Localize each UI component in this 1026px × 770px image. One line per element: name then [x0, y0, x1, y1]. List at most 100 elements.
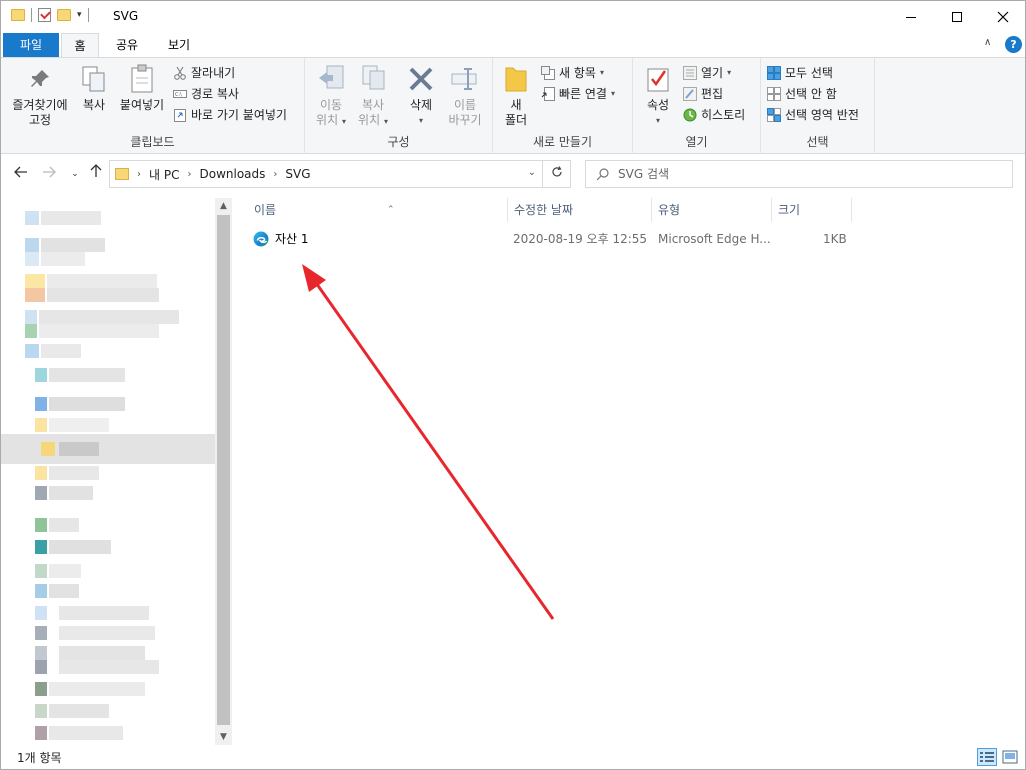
scissors-icon	[173, 66, 187, 80]
paste-shortcut-button[interactable]: 바로 가기 붙여넣기	[173, 105, 287, 125]
edit-button[interactable]: 편집	[683, 84, 723, 104]
nav-tree-item[interactable]	[25, 288, 165, 302]
invert-selection-button[interactable]: 선택 영역 반전	[767, 105, 859, 125]
navigation-pane[interactable]	[1, 194, 233, 745]
scroll-up-arrow-icon[interactable]: ▲	[215, 198, 232, 215]
nav-tree-item[interactable]	[35, 368, 135, 382]
nav-tree-item[interactable]	[35, 564, 135, 578]
new-folder-button[interactable]: 새 폴더	[499, 64, 533, 128]
tab-view[interactable]: 보기	[157, 33, 201, 57]
scroll-down-arrow-icon[interactable]: ▼	[215, 729, 232, 746]
nav-tree-item[interactable]	[35, 646, 165, 660]
navigation-pane-scrollbar[interactable]: ▲ ▼	[215, 198, 232, 746]
file-name[interactable]: 자산 1	[275, 228, 309, 250]
new-item-button[interactable]: 새 항목 ▾	[541, 63, 604, 83]
new-folder-icon[interactable]	[57, 9, 71, 21]
recent-locations-chevron-icon[interactable]: ⌄	[65, 164, 85, 184]
file-row[interactable]: 자산 1 2020-08-19 오후 12:55 Microsoft Edge …	[247, 228, 851, 250]
open-button[interactable]: 열기 ▾	[683, 63, 731, 83]
nav-tree-item[interactable]	[25, 274, 165, 288]
svg-text:C:\: C:\	[175, 92, 182, 98]
copy-button[interactable]: 복사	[77, 64, 111, 113]
nav-tree-item[interactable]	[35, 726, 165, 740]
customize-qat-chevron-icon[interactable]: ▾	[77, 10, 82, 20]
search-box[interactable]	[585, 160, 1013, 188]
rename-button[interactable]: 이름 바꾸기	[443, 64, 487, 128]
column-divider[interactable]	[851, 198, 852, 222]
large-icons-view-button[interactable]	[1000, 748, 1020, 766]
column-header-date[interactable]: 수정한 날짜	[507, 198, 651, 222]
file-explorer-window: ▾ SVG 파일 홈 공유 보기 ∧ ? 즐겨찾기에 고정 복사 붙여넣기 잘라…	[0, 0, 1026, 770]
up-button[interactable]	[86, 164, 106, 184]
column-header-size[interactable]: 크기	[771, 198, 851, 222]
refresh-button[interactable]	[543, 160, 571, 188]
select-none-button[interactable]: 선택 안 함	[767, 84, 837, 104]
nav-tree-item[interactable]	[25, 238, 105, 252]
breadcrumb-chevron-icon[interactable]: ›	[137, 169, 141, 180]
rename-label: 이름	[453, 98, 477, 112]
easy-access-button[interactable]: 빠른 연결 ▾	[541, 84, 615, 104]
nav-tree-item[interactable]	[25, 211, 105, 225]
address-bar[interactable]: › 내 PC › Downloads › SVG ⌄	[109, 160, 543, 188]
copy-path-button[interactable]: C:\ 경로 복사	[173, 84, 239, 104]
pin-to-quick-access-button[interactable]: 즐겨찾기에 고정	[7, 64, 73, 128]
column-header-type[interactable]: 유형	[651, 198, 771, 222]
move-to-button[interactable]: 이동 위치 ▾	[311, 64, 351, 129]
tab-share[interactable]: 공유	[105, 33, 149, 57]
scrollbar-thumb[interactable]	[217, 215, 230, 725]
properties-button[interactable]: 속성 ▾	[641, 64, 675, 128]
copy-to-icon	[357, 64, 389, 94]
paste-button[interactable]: 붙여넣기	[115, 64, 169, 113]
nav-tree-item[interactable]	[35, 660, 165, 674]
rename-label-2: 바꾸기	[448, 113, 482, 127]
cut-button[interactable]: 잘라내기	[173, 63, 235, 83]
breadcrumb-this-pc[interactable]: 내 PC	[149, 166, 179, 183]
details-view-button[interactable]	[977, 748, 997, 766]
tab-home[interactable]: 홈	[61, 33, 99, 58]
nav-tree-item[interactable]	[35, 626, 165, 640]
new-group-label: 새로 만들기	[532, 135, 592, 149]
properties-icon[interactable]	[38, 8, 51, 22]
nav-tree-item[interactable]	[35, 606, 165, 620]
breadcrumb-svg[interactable]: SVG	[285, 167, 310, 181]
tab-file[interactable]: 파일	[3, 33, 59, 57]
maximize-button[interactable]	[934, 1, 980, 33]
breadcrumb-chevron-icon[interactable]: ›	[273, 169, 277, 180]
nav-tree-item[interactable]	[25, 344, 105, 358]
nav-tree-item[interactable]	[35, 397, 135, 411]
delete-chevron-icon[interactable]: ▾	[403, 113, 439, 128]
search-input[interactable]	[618, 167, 998, 181]
nav-tree-item[interactable]	[35, 418, 135, 432]
nav-tree-item[interactable]	[25, 324, 185, 338]
nav-tree-item[interactable]	[35, 486, 135, 500]
nav-tree-item[interactable]	[25, 252, 105, 266]
details-view-icon	[980, 752, 994, 762]
nav-tree-item[interactable]	[35, 704, 165, 718]
delete-button[interactable]: 삭제 ▾	[403, 64, 439, 128]
ribbon-collapse-chevron-icon[interactable]: ∧	[984, 37, 991, 48]
easy-access-icon	[541, 87, 555, 101]
forward-button[interactable]	[39, 164, 59, 184]
nav-tree-item-selected[interactable]	[1, 434, 215, 464]
history-button[interactable]: 히스토리	[683, 105, 745, 125]
nav-tree-item[interactable]	[35, 540, 135, 554]
nav-tree-item[interactable]	[35, 466, 135, 480]
back-button[interactable]	[11, 164, 31, 184]
address-history-chevron-icon[interactable]: ⌄	[528, 167, 536, 178]
breadcrumb-downloads[interactable]: Downloads	[199, 167, 265, 181]
column-header-name[interactable]: 이름 ⌃	[247, 198, 507, 222]
properties-chevron-icon[interactable]: ▾	[641, 113, 675, 128]
nav-tree-item[interactable]	[35, 584, 135, 598]
help-button[interactable]: ?	[1005, 36, 1022, 53]
nav-tree-item[interactable]	[35, 682, 165, 696]
nav-tree-item[interactable]	[25, 310, 185, 324]
select-all-button[interactable]: 모두 선택	[767, 63, 833, 83]
nav-tree-item[interactable]	[35, 518, 135, 532]
copy-to-button[interactable]: 복사 위치 ▾	[353, 64, 393, 129]
minimize-button[interactable]	[888, 1, 934, 33]
paste-shortcut-label: 바로 가기 붙여넣기	[191, 108, 287, 122]
rename-icon	[449, 64, 481, 94]
close-button[interactable]	[980, 1, 1026, 33]
ribbon-tabs: 파일 홈 공유 보기 ∧	[1, 33, 1025, 58]
breadcrumb-chevron-icon[interactable]: ›	[187, 169, 191, 180]
